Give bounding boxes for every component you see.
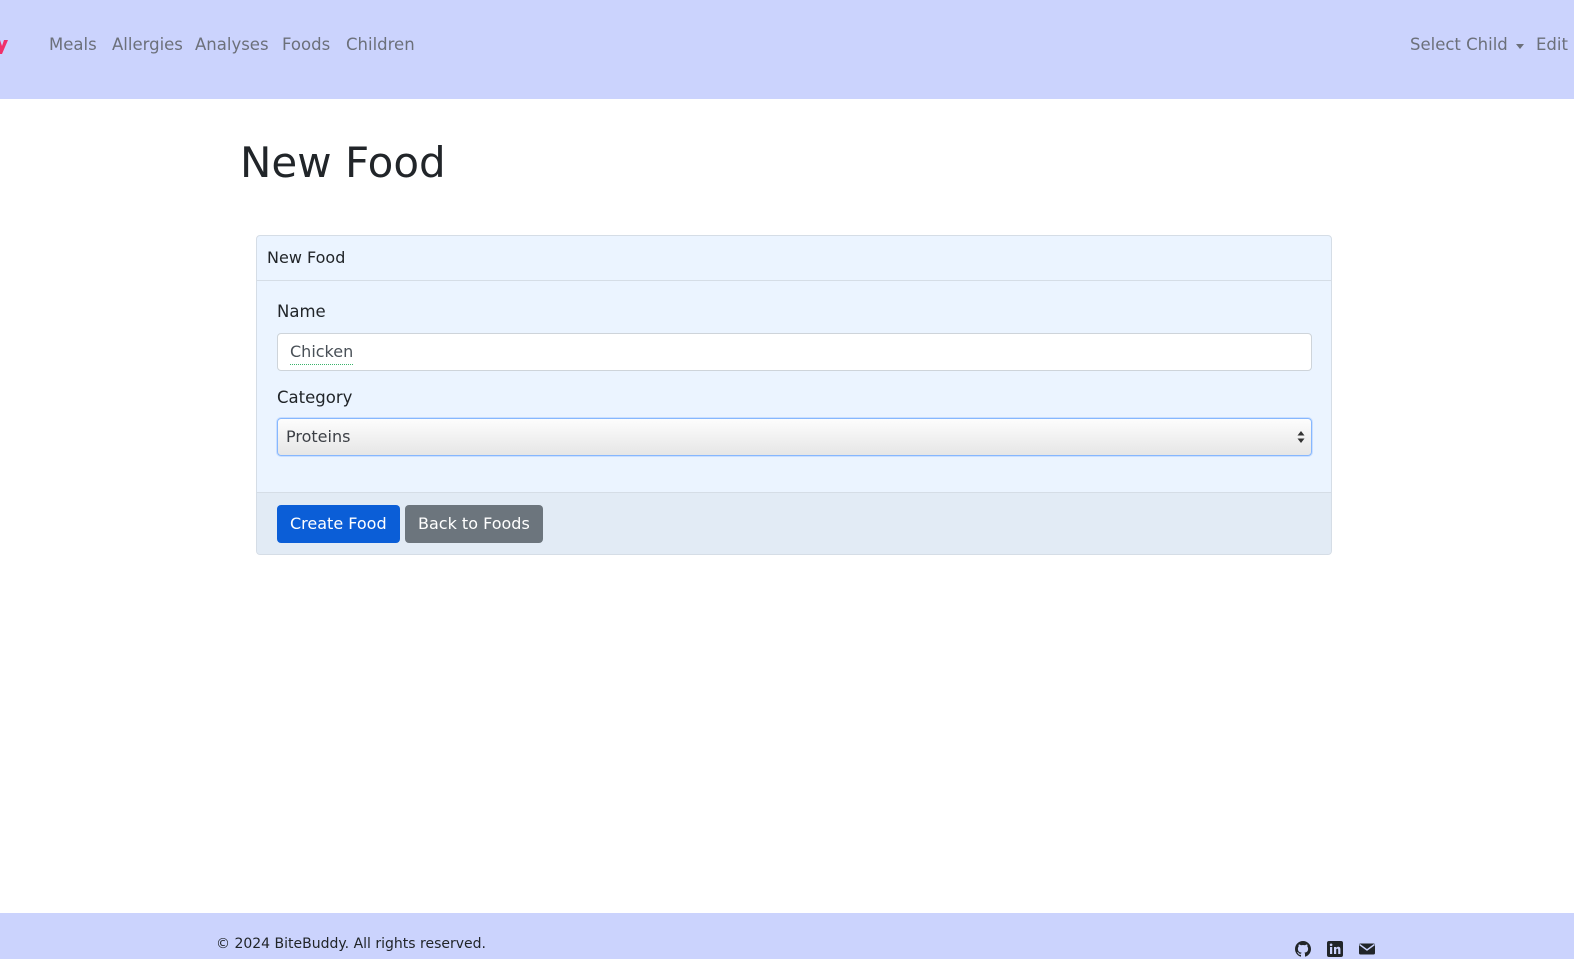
brand-logo[interactable]: [0, 30, 8, 60]
category-select[interactable]: Proteins: [277, 418, 1312, 456]
card-header: New Food: [257, 236, 1331, 281]
nav-link-children[interactable]: Children: [346, 34, 415, 56]
category-selected-value: Proteins: [286, 427, 351, 446]
create-food-button[interactable]: Create Food: [277, 505, 400, 543]
page-title: New Food: [240, 138, 446, 187]
new-food-card: New Food Name Chicken Category Proteins …: [256, 235, 1332, 555]
name-label: Name: [277, 302, 326, 321]
name-input[interactable]: Chicken: [277, 333, 1312, 371]
caret-down-icon: [1515, 43, 1524, 49]
back-to-foods-button[interactable]: Back to Foods: [405, 505, 543, 543]
category-label: Category: [277, 388, 353, 407]
copyright-text: © 2024 BiteBuddy. All rights reserved.: [216, 936, 486, 952]
mail-icon[interactable]: [1358, 940, 1376, 958]
nav-link-foods[interactable]: Foods: [282, 34, 330, 56]
nav-link-analyses[interactable]: Analyses: [195, 34, 269, 56]
page-footer: © 2024 BiteBuddy. All rights reserved.: [0, 913, 1574, 959]
top-navbar: Meals Allergies Analyses Foods Children …: [0, 0, 1574, 99]
nav-link-edit[interactable]: Edit F: [1536, 34, 1574, 56]
select-child-dropdown[interactable]: Select Child: [1410, 34, 1524, 56]
select-arrows-icon: [1297, 431, 1305, 443]
select-child-label: Select Child: [1410, 35, 1508, 54]
github-icon[interactable]: [1294, 940, 1312, 958]
name-input-value: Chicken: [290, 334, 354, 370]
linkedin-icon[interactable]: [1326, 940, 1344, 958]
nav-link-meals[interactable]: Meals: [49, 34, 97, 56]
nav-link-allergies[interactable]: Allergies: [112, 34, 183, 56]
card-footer: Create Food Back to Foods: [257, 492, 1331, 554]
